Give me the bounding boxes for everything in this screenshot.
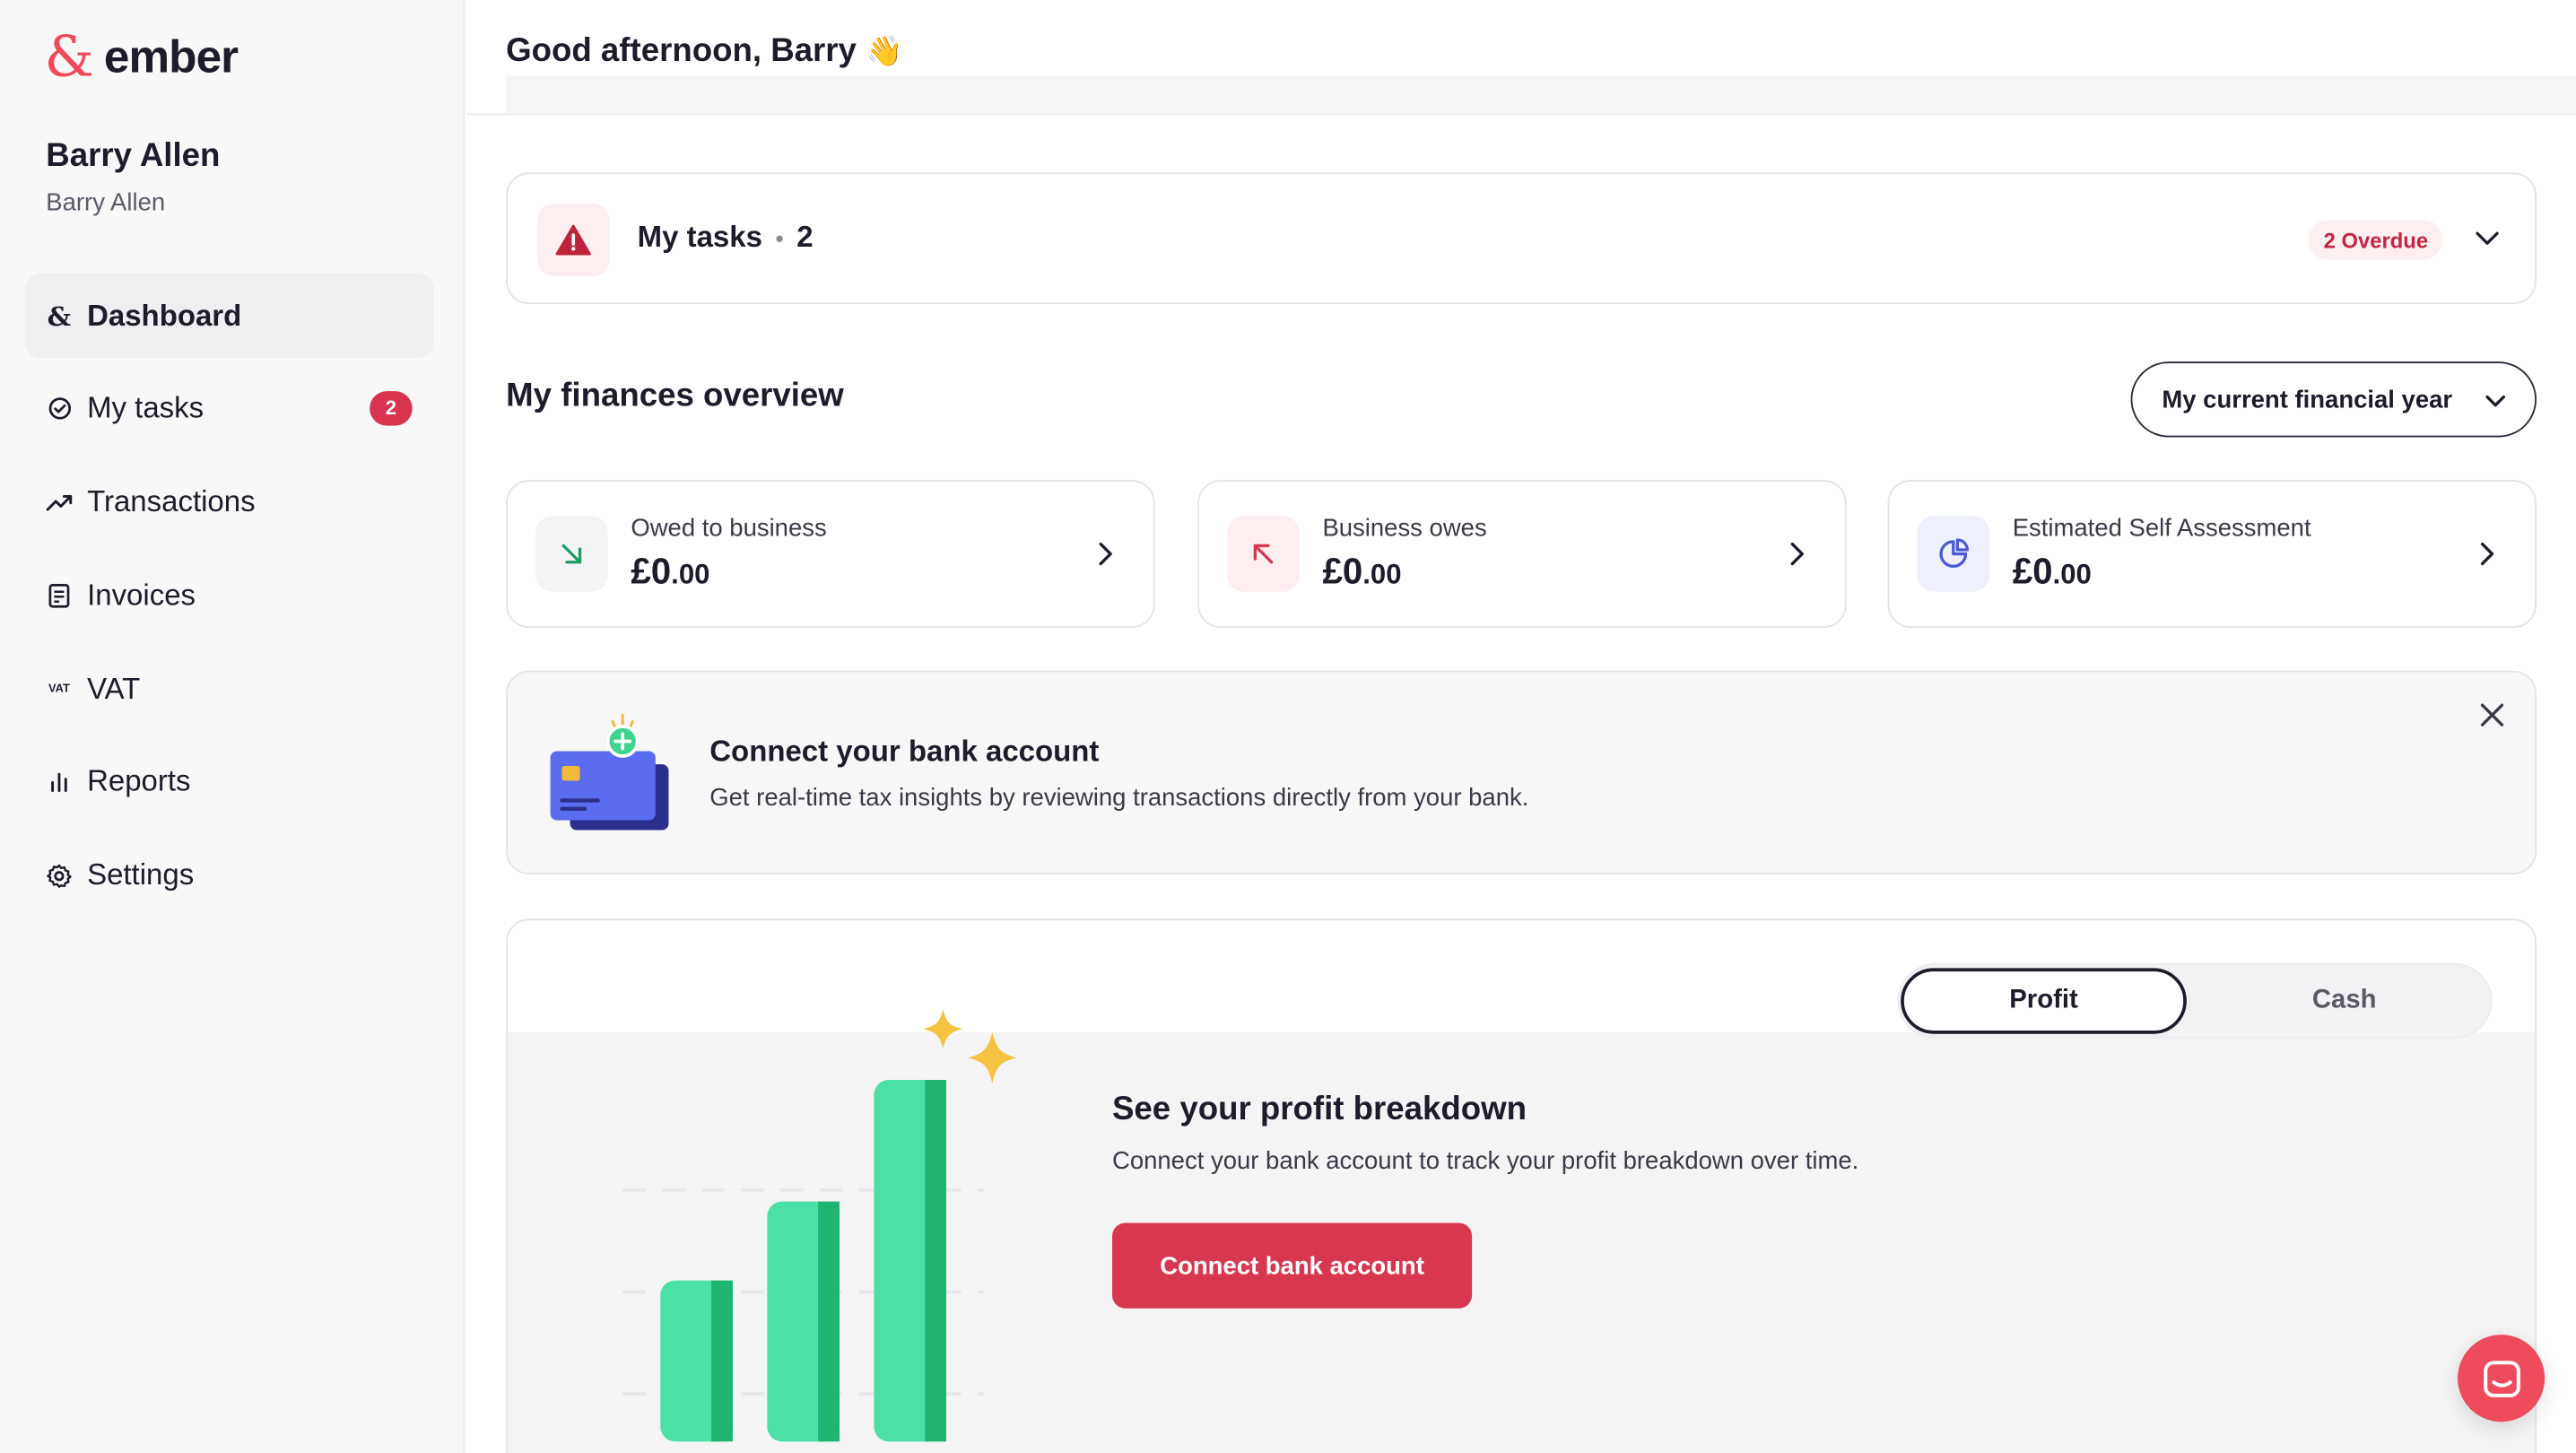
- user-name: Barry Allen: [46, 137, 221, 175]
- financial-year-select[interactable]: My current financial year: [2130, 361, 2537, 438]
- profit-breakdown-description: Connect your bank account to track your …: [1111, 1147, 1859, 1176]
- card-label: Business owes: [1322, 514, 1487, 543]
- tasks-title: My tasks • 2: [638, 221, 814, 255]
- overdue-badge: 2 Overdue: [2309, 220, 2443, 260]
- greeting-text: Good afternoon, Barry: [506, 32, 857, 69]
- check-circle-icon: [46, 396, 72, 422]
- sidebar-item-label: My tasks: [87, 391, 205, 425]
- owed-to-business-card[interactable]: Owed to business £0.00: [506, 480, 1155, 629]
- header-strip: [506, 75, 2576, 114]
- vat-icon: VAT: [48, 683, 70, 695]
- chat-icon: [2483, 1360, 2519, 1396]
- arrow-down-right-icon: [535, 516, 608, 592]
- tasks-separator: •: [775, 224, 784, 251]
- bar-chart-illustration-icon: [622, 1009, 1017, 1442]
- connect-bank-account-button[interactable]: Connect bank account: [1111, 1222, 1473, 1309]
- sidebar-item-reports[interactable]: Reports: [24, 740, 433, 825]
- sidebar-item-transactions[interactable]: Transactions: [24, 459, 433, 544]
- profit-breakdown-card: Profit Cash See your profit breakdown Co…: [506, 918, 2537, 1453]
- sidebar: & ember Barry Allen Barry Allen & Dashbo…: [0, 0, 466, 1453]
- tasks-count-badge: 2: [370, 390, 413, 426]
- finances-title: My finances overview: [506, 378, 844, 414]
- self-assessment-card[interactable]: Estimated Self Assessment £0.00: [1887, 480, 2537, 629]
- warning-icon: [536, 204, 610, 276]
- connect-bank-banner: Connect your bank account Get real-time …: [506, 670, 2537, 874]
- sidebar-item-label: Dashboard: [87, 298, 242, 332]
- chat-launcher-button[interactable]: [2458, 1335, 2546, 1423]
- trend-up-icon: [46, 489, 73, 515]
- chevron-right-icon: [2480, 542, 2494, 566]
- sidebar-item-label: VAT: [87, 671, 141, 705]
- sidebar-item-invoices[interactable]: Invoices: [24, 552, 433, 638]
- toggle-cash[interactable]: Cash: [2201, 968, 2487, 1033]
- user-subtitle: Barry Allen: [46, 188, 166, 217]
- card-label: Owed to business: [631, 514, 827, 543]
- gear-icon: [46, 863, 72, 889]
- wave-emoji-icon: 👋: [866, 34, 903, 68]
- chevron-right-icon: [1099, 542, 1112, 566]
- sidebar-item-label: Settings: [87, 858, 195, 892]
- pie-chart-icon: [1917, 516, 1990, 592]
- tasks-card[interactable]: My tasks • 2 2 Overdue: [506, 172, 2537, 305]
- sidebar-item-vat[interactable]: VAT VAT: [24, 647, 433, 732]
- profit-cash-toggle: Profit Cash: [1897, 962, 2493, 1040]
- toggle-profit[interactable]: Profit: [1901, 968, 2187, 1034]
- header-divider: [466, 113, 2576, 116]
- chevron-right-icon: [1790, 542, 1804, 566]
- logo[interactable]: & ember: [44, 24, 239, 91]
- sidebar-item-label: Invoices: [87, 578, 196, 612]
- card-value: £0.00: [2012, 550, 2092, 592]
- sidebar-nav: & Dashboard My tasks 2 Transactions Invo…: [24, 273, 434, 927]
- logo-text: ember: [103, 30, 239, 83]
- chevron-down-icon[interactable]: [2473, 223, 2502, 253]
- connect-bank-description: Get real-time tax insights by reviewing …: [709, 784, 1529, 813]
- financial-year-value: My current financial year: [2162, 385, 2453, 413]
- bar-chart-icon: [46, 770, 72, 796]
- tasks-label: My tasks: [637, 220, 762, 254]
- ampersand-icon: &: [47, 300, 72, 332]
- sidebar-item-my-tasks[interactable]: My tasks 2: [24, 366, 433, 451]
- tasks-count: 2: [796, 220, 814, 254]
- business-owes-card[interactable]: Business owes £0.00: [1197, 480, 1847, 629]
- card-value: £0.00: [1322, 550, 1402, 592]
- bank-card-illustration-icon: [550, 713, 669, 831]
- connect-bank-title: Connect your bank account: [709, 735, 1100, 768]
- page-greeting: Good afternoon, Barry 👋: [506, 33, 903, 71]
- sidebar-item-label: Reports: [87, 765, 191, 798]
- close-icon[interactable]: [2476, 699, 2509, 732]
- sidebar-item-dashboard[interactable]: & Dashboard: [24, 273, 434, 359]
- logo-mark: &: [44, 24, 94, 91]
- arrow-up-left-icon: [1227, 516, 1300, 592]
- card-label: Estimated Self Assessment: [2012, 514, 2311, 543]
- profit-breakdown-title: See your profit breakdown: [1111, 1091, 1527, 1128]
- invoice-icon: [46, 582, 72, 608]
- card-value: £0.00: [631, 550, 710, 592]
- chevron-down-icon: [2485, 395, 2506, 407]
- sidebar-item-label: Transactions: [87, 484, 256, 518]
- sidebar-item-settings[interactable]: Settings: [24, 833, 433, 918]
